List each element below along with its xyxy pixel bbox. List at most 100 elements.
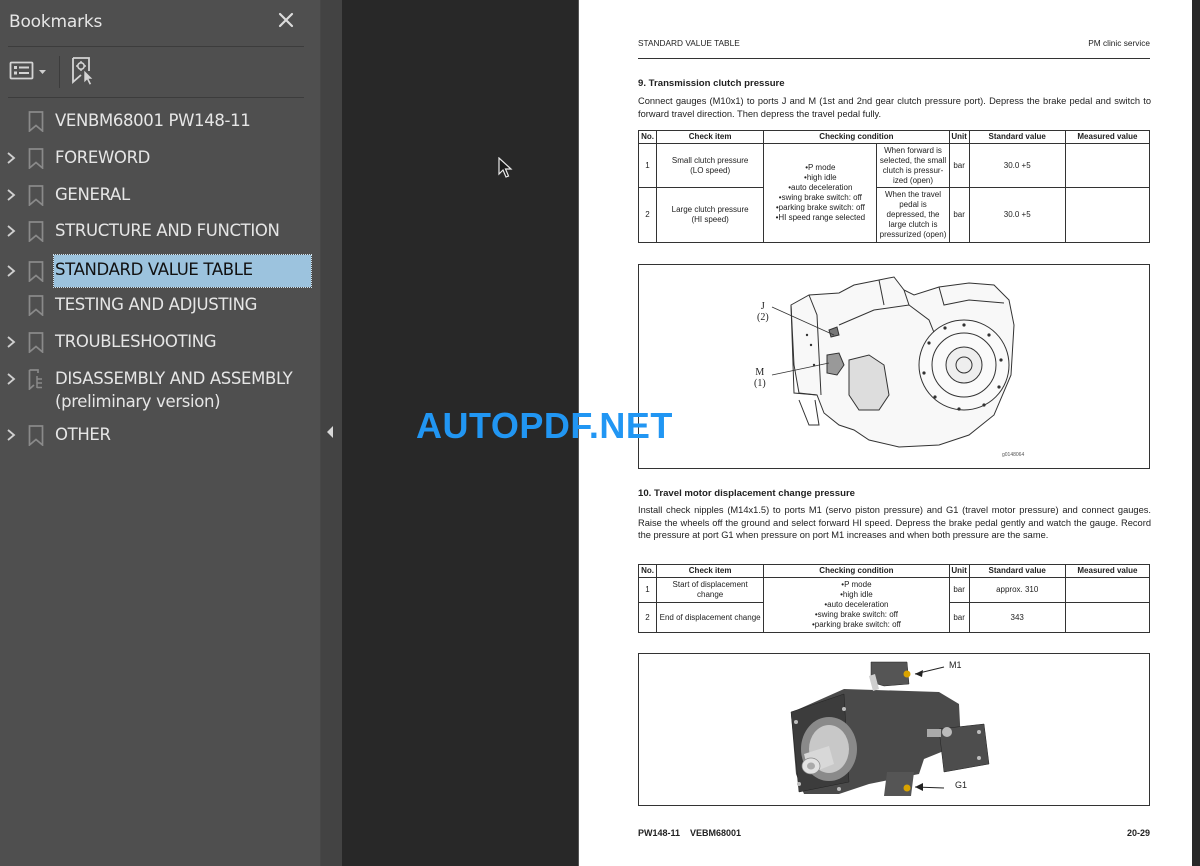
- pdf-viewer: Bookmarks VENBM68001 PW148-11 FOREWORD G…: [0, 0, 1200, 866]
- standard-value: 30.0 +5: [968, 143, 1066, 188]
- bookmark-item[interactable]: VENBM68001 PW148-11: [0, 104, 320, 138]
- collapse-panel-button[interactable]: [325, 424, 335, 440]
- condition-line: ized (open): [893, 175, 934, 185]
- close-panel-button[interactable]: [276, 10, 296, 30]
- check-item-line: Small clutch pressure: [671, 155, 749, 165]
- shared-condition: •P mode •high idle •auto deceleration •s…: [763, 143, 878, 243]
- standard-value: 343: [968, 602, 1066, 633]
- condition-line: •auto deceleration: [788, 183, 853, 192]
- bookmark-item[interactable]: OTHER: [0, 418, 320, 452]
- check-item-line: Large clutch pressure: [671, 205, 749, 214]
- close-icon: [278, 12, 294, 28]
- chevron-right-icon[interactable]: [5, 151, 17, 165]
- condition-line: •swing brake switch: off: [778, 193, 862, 202]
- bookmark-item[interactable]: TROUBLESHOOTING: [0, 325, 320, 359]
- condition-line: depressed, the: [886, 210, 940, 219]
- col-header: No.: [637, 564, 658, 578]
- col-header: Standard value: [968, 130, 1066, 144]
- col-header: No.: [637, 130, 658, 144]
- col-header: Standard value: [968, 564, 1066, 578]
- condition-line: •HI speed range selected: [775, 213, 866, 222]
- col-header: Unit: [948, 130, 970, 144]
- footer-model: PW148-11 VEBM68001: [638, 828, 742, 838]
- condition-line: When the travel: [885, 190, 942, 199]
- bookmark-label: STRUCTURE AND FUNCTION: [55, 221, 280, 240]
- callout-letter: J: [760, 301, 765, 312]
- bookmark-label: FOREWORD: [55, 148, 151, 167]
- bookmark-icon: [28, 332, 44, 353]
- row-number: 1: [637, 577, 658, 603]
- shared-condition: •P mode •high idle •auto deceleration •s…: [763, 577, 950, 633]
- port-label-m1: M1: [949, 660, 962, 670]
- condition-line: large clutch is: [888, 220, 938, 229]
- bookmark-item[interactable]: STRUCTURE AND FUNCTION: [0, 214, 320, 248]
- section-10-body: Install check nipples (M14x1.5) to ports…: [638, 505, 1151, 540]
- row-condition: When forward is selected, the small clut…: [876, 143, 950, 188]
- divider: [8, 97, 304, 98]
- bookmark-item[interactable]: GENERAL: [0, 178, 320, 212]
- bookmark-icon: [28, 295, 44, 316]
- watermark: AUTOPDF.NET: [416, 405, 673, 446]
- displacement-pressure-table: No. Check item Checking condition Unit S…: [637, 564, 1151, 633]
- measured-value: [1064, 187, 1151, 243]
- row-number: 1: [637, 143, 658, 188]
- col-header: Checking condition: [763, 564, 950, 578]
- panel-title: Bookmarks: [9, 12, 103, 32]
- transmission-drawing: [771, 276, 1015, 448]
- condition-line: clutch is pressur-: [882, 165, 944, 175]
- bookmark-item-selected[interactable]: STANDARD VALUE TABLE: [0, 254, 320, 289]
- row-number: 2: [637, 187, 658, 243]
- bookmarks-toolbar: [8, 54, 304, 88]
- figure-id: g0148064: [1002, 452, 1025, 458]
- caret-down-icon: [39, 70, 46, 74]
- bookmark-label: GENERAL: [55, 185, 130, 204]
- chevron-right-icon[interactable]: [5, 264, 17, 278]
- bookmark-icon: [28, 425, 44, 446]
- callout-label: J (2): [757, 301, 769, 323]
- callout-number: (1): [754, 378, 766, 389]
- check-item-line: change: [697, 590, 724, 599]
- condition-line: •parking brake switch: off: [811, 620, 901, 629]
- col-header: Check item: [656, 130, 765, 144]
- condition-line: •high idle: [840, 590, 873, 599]
- chevron-right-icon[interactable]: [5, 224, 17, 238]
- chevron-right-icon[interactable]: [5, 188, 17, 202]
- table-header-row: No. Check item Checking condition Unit S…: [637, 564, 1151, 578]
- tagged-bookmark-icon: [28, 369, 42, 390]
- condition-line: selected, the small: [879, 155, 947, 165]
- check-item: End of displacement change: [656, 602, 765, 633]
- bookmark-label: TROUBLESHOOTING: [55, 332, 217, 351]
- chevron-right-icon[interactable]: [5, 335, 17, 349]
- check-item: Large clutch pressure (HI speed): [656, 187, 765, 243]
- page-header: STANDARD VALUE TABLE PM clinic service: [638, 37, 1150, 59]
- col-header: Measured value: [1064, 130, 1151, 144]
- unit: bar: [948, 602, 970, 633]
- measured-value: [1064, 143, 1151, 188]
- bookmark-label: TESTING AND ADJUSTING: [55, 295, 258, 314]
- find-current-bookmark-icon: [72, 57, 94, 86]
- measured-value: [1064, 602, 1151, 633]
- row-number: 2: [637, 602, 658, 633]
- section-9-body: Connect gauges (M10x1) to ports J and M …: [638, 96, 1151, 119]
- page-number: 20-29: [1126, 828, 1150, 838]
- mouse-cursor-icon: [498, 157, 513, 178]
- travel-motor-figure: M1 G1: [638, 653, 1150, 806]
- chevron-right-icon[interactable]: [5, 428, 17, 442]
- find-current-bookmark-button[interactable]: [70, 56, 98, 86]
- callout-letter: M: [755, 367, 765, 378]
- bookmark-icon: [28, 261, 44, 282]
- clutch-pressure-table: No. Check item Checking condition Unit S…: [637, 130, 1151, 243]
- col-header: Checking condition: [763, 130, 950, 144]
- bookmark-icon: [28, 185, 44, 206]
- divider: [8, 46, 304, 47]
- collapse-panel-icon: [327, 426, 333, 438]
- bookmark-item[interactable]: FOREWORD: [0, 141, 320, 175]
- unit: bar: [948, 143, 970, 188]
- condition-line: •auto deceleration: [824, 600, 889, 609]
- bookmark-options-button[interactable]: [9, 58, 49, 84]
- standard-value: 30.0 +5: [968, 187, 1066, 243]
- bookmark-item[interactable]: DISASSEMBLY AND ASSEMBLY (preliminary ve…: [0, 362, 320, 418]
- bookmark-icon: [28, 148, 44, 169]
- chevron-right-icon[interactable]: [5, 372, 17, 386]
- bookmark-item[interactable]: TESTING AND ADJUSTING: [0, 288, 320, 322]
